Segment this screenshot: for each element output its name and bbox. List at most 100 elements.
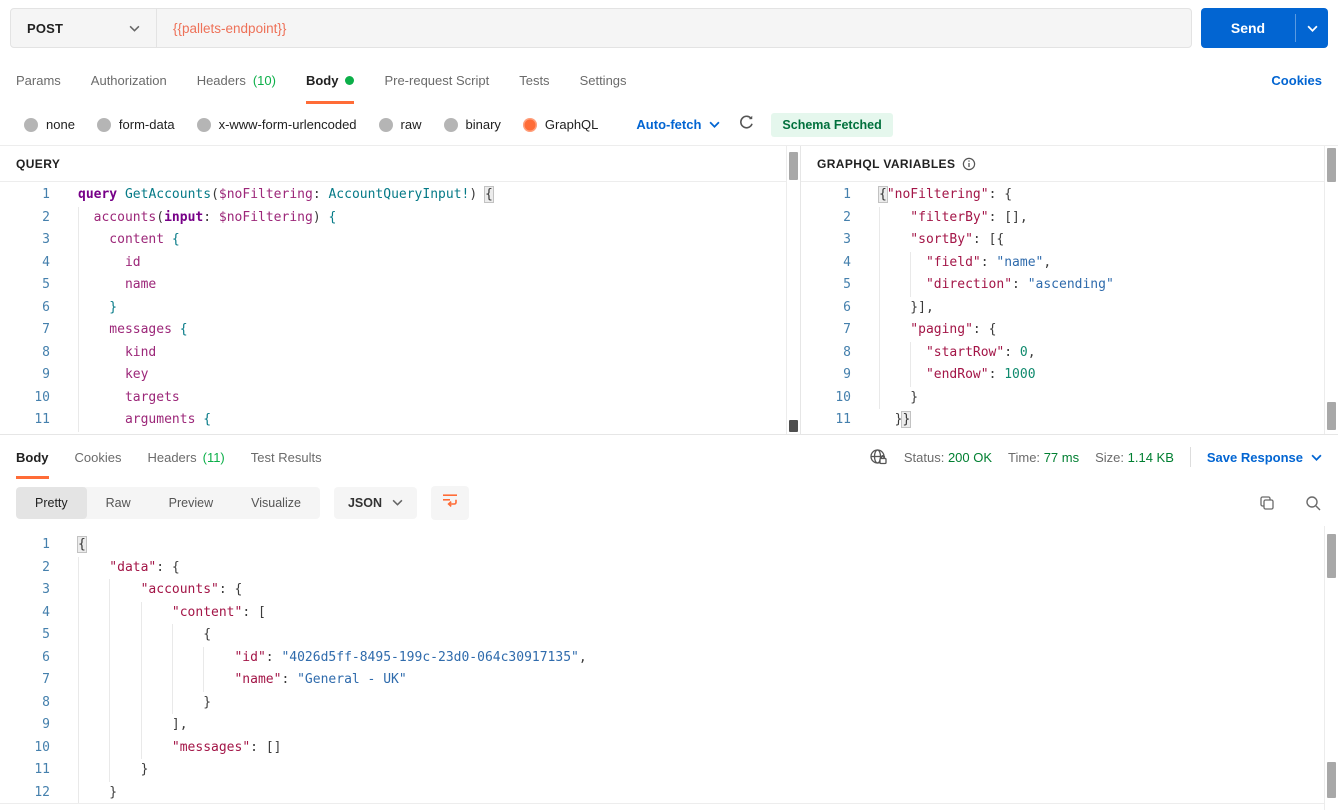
response-tab-body[interactable]: Body — [16, 435, 49, 479]
code-line: 9 key — [0, 364, 800, 387]
scrollbar-thumb[interactable] — [1327, 148, 1336, 182]
body-modified-dot — [345, 75, 355, 85]
radio-icon — [24, 117, 38, 132]
size-label: Size: — [1095, 449, 1124, 465]
line-number: 9 — [42, 717, 50, 732]
format-label: JSON — [347, 495, 382, 510]
body-type-x-www-form-urlencoded[interactable]: x-www-form-urlencoded — [196, 117, 357, 132]
line-number: 5 — [42, 277, 50, 292]
tab-params[interactable]: Params — [16, 56, 61, 104]
line-number: 12 — [34, 784, 50, 800]
line-number: 11 — [835, 412, 851, 427]
status-pair: Status: 200 OK — [904, 450, 992, 465]
code-line: 1 query GetAccounts($noFiltering: Account… — [0, 184, 800, 207]
body-type-binary[interactable]: binary — [443, 117, 501, 132]
radio-icon — [522, 117, 537, 132]
tab-settings[interactable]: Settings — [580, 56, 627, 104]
cookies-link[interactable]: Cookies — [1271, 73, 1322, 88]
line-number: 7 — [42, 322, 50, 337]
code-line: 8 "startRow": 0, — [801, 341, 1338, 364]
format-dropdown[interactable]: JSON — [333, 486, 417, 519]
scrollbar-thumb[interactable] — [789, 152, 798, 180]
code-line: 8} — [0, 691, 1338, 714]
scrollbar-thumb[interactable] — [1327, 534, 1336, 578]
code-line: 5 name — [0, 274, 800, 297]
variables-editor[interactable]: 1 {"noFiltering": {2 "filterBy": [], 3 "sort… — [801, 182, 1338, 434]
divider — [1189, 447, 1191, 467]
response-tab-test-results[interactable]: Test Results — [251, 435, 322, 479]
copy-icon[interactable] — [1258, 494, 1276, 512]
send-label: Send — [1230, 20, 1266, 36]
view-tab-visualize[interactable]: Visualize — [232, 487, 320, 519]
view-tab-preview[interactable]: Preview — [150, 487, 232, 519]
response-scrollbar[interactable] — [1324, 526, 1338, 810]
tab-body[interactable]: Body — [305, 56, 355, 104]
query-pane-header: QUERY — [0, 146, 800, 182]
body-type-raw[interactable]: raw — [378, 117, 422, 132]
refresh-schema-button[interactable] — [738, 114, 755, 136]
body-type-graphql[interactable]: GraphQL — [522, 117, 598, 132]
code-line: 9 "endRow": 1000 — [801, 364, 1338, 387]
autofetch-dropdown[interactable]: Auto-fetch — [636, 117, 720, 132]
search-icon[interactable] — [1304, 494, 1322, 512]
method-label: POST — [27, 20, 64, 36]
response-tab-headers[interactable]: Headers (11) — [147, 435, 224, 479]
line-number: 4 — [42, 254, 50, 270]
url-input[interactable]: {{pallets-endpoint}} — [157, 21, 302, 36]
response-body-viewer[interactable]: 1{2 "data": {3 "accounts": {4 "content": [5… — [0, 526, 1338, 810]
chevron-down-icon — [1306, 25, 1318, 32]
chevron-down-icon — [709, 121, 720, 128]
tab-tests[interactable]: Tests — [519, 56, 549, 104]
code-line: 11} — [0, 759, 1338, 782]
line-number: 3 — [843, 232, 851, 247]
line-number: 11 — [34, 412, 50, 427]
tab-authorization[interactable]: Authorization — [91, 56, 167, 104]
radio-icon — [196, 117, 211, 132]
body-type-label: form-data — [118, 117, 175, 132]
response-tab-cookies[interactable]: Cookies — [75, 435, 122, 479]
radio-icon — [443, 117, 458, 132]
query-scrollbar[interactable] — [786, 146, 800, 434]
query-editor[interactable]: 1 query GetAccounts($noFiltering: Account… — [0, 182, 800, 434]
code-line: 3 "sortBy": [{ — [801, 229, 1338, 252]
status-value: 200 OK — [947, 449, 993, 465]
line-number: 9 — [42, 367, 50, 382]
line-number: 1 — [42, 187, 50, 202]
code-line: 12} — [0, 781, 1338, 804]
radio-icon — [96, 117, 111, 132]
method-dropdown[interactable]: POST — [11, 9, 156, 47]
variables-scrollbar[interactable] — [1324, 146, 1338, 434]
url-group: POST {{pallets-endpoint}} — [10, 8, 1192, 48]
horizontal-scrollbar[interactable] — [0, 803, 1324, 810]
body-type-form-data[interactable]: form-data — [96, 117, 175, 132]
line-number: 5 — [42, 627, 50, 642]
code-line: 9], — [0, 714, 1338, 737]
send-button[interactable]: Send — [1201, 8, 1328, 48]
line-number: 7 — [42, 672, 50, 687]
globe-lock-icon[interactable] — [868, 447, 888, 467]
body-type-none[interactable]: none — [24, 117, 75, 132]
scrollbar-thumb[interactable] — [1327, 402, 1336, 430]
code-line: 10 "messages": [] — [0, 736, 1338, 759]
view-tab-raw[interactable]: Raw — [87, 487, 150, 519]
wrap-lines-button[interactable] — [431, 485, 469, 520]
tab-headers[interactable]: Headers (10) — [197, 56, 276, 104]
schema-status-badge: Schema Fetched — [771, 112, 893, 137]
info-icon[interactable] — [962, 157, 976, 171]
tab-count: (10) — [252, 72, 276, 88]
body-type-label: x-www-form-urlencoded — [218, 117, 357, 132]
code-line: 6}], — [801, 296, 1338, 319]
body-type-label: raw — [400, 117, 422, 132]
view-tab-pretty[interactable]: Pretty — [16, 486, 87, 519]
scrollbar-thumb[interactable] — [1327, 762, 1336, 798]
chevron-down-icon — [1311, 454, 1322, 461]
tab-pre-request-script[interactable]: Pre-request Script — [384, 56, 489, 104]
save-response-button[interactable]: Save Response — [1207, 450, 1322, 465]
scrollbar-thumb[interactable] — [789, 420, 798, 432]
line-number: 8 — [843, 344, 851, 360]
graphql-editors: QUERY 1 query GetAccounts($noFiltering: A… — [0, 146, 1338, 435]
size-value: 1.14 KB — [1127, 449, 1174, 465]
send-options-button[interactable] — [1296, 8, 1328, 48]
line-number: 1 — [843, 187, 851, 202]
status-label: Status: — [903, 449, 945, 465]
